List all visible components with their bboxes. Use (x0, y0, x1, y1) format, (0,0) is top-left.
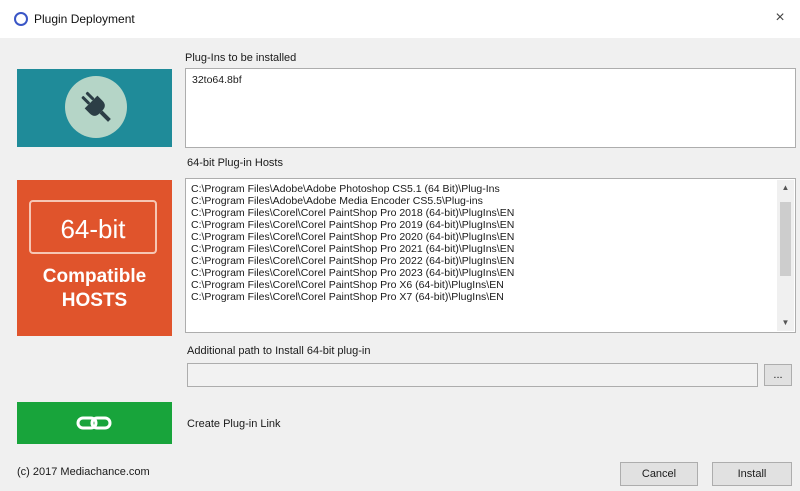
host-item[interactable]: C:\Program Files\Corel\Corel PaintShop P… (191, 291, 773, 303)
hosts-tile-line2: HOSTS (61, 290, 128, 311)
hosts-tile-badge: 64-bit (29, 200, 157, 254)
host-item[interactable]: C:\Program Files\Corel\Corel PaintShop P… (191, 219, 773, 231)
hosts-label: 64-bit Plug-in Hosts (187, 157, 283, 169)
plug-icon (65, 76, 127, 138)
install-button[interactable]: Install (712, 462, 792, 486)
plugin-tile (17, 69, 172, 147)
plugins-list[interactable]: 32to64.8bf (185, 68, 796, 148)
cancel-button[interactable]: Cancel (620, 462, 698, 486)
host-item[interactable]: C:\Program Files\Adobe\Adobe Photoshop C… (191, 183, 773, 195)
additional-path-label: Additional path to Install 64-bit plug-i… (187, 345, 371, 357)
title-bar: Plugin Deployment × (0, 0, 800, 38)
link-tile[interactable] (17, 402, 172, 444)
hosts-tile-line1: Compatible (42, 266, 147, 287)
scroll-up-icon[interactable]: ▲ (777, 181, 794, 195)
additional-path-input[interactable] (187, 363, 758, 387)
browse-button[interactable]: ... (764, 364, 792, 386)
hosts-scrollbar[interactable]: ▲ ▼ (777, 180, 794, 331)
scroll-down-icon[interactable]: ▼ (777, 316, 794, 330)
hosts-tile: 64-bit Compatible HOSTS (17, 180, 172, 336)
plugins-label: Plug-Ins to be installed (185, 52, 297, 64)
scroll-thumb[interactable] (780, 202, 791, 276)
close-button[interactable]: × (768, 6, 792, 30)
host-item[interactable]: C:\Program Files\Corel\Corel PaintShop P… (191, 207, 773, 219)
host-item[interactable]: C:\Program Files\Corel\Corel PaintShop P… (191, 243, 773, 255)
host-item[interactable]: C:\Program Files\Corel\Corel PaintShop P… (191, 231, 773, 243)
host-item[interactable]: C:\Program Files\Corel\Corel PaintShop P… (191, 279, 773, 291)
plugin-item[interactable]: 32to64.8bf (192, 74, 789, 86)
copyright-text: (c) 2017 Mediachance.com (17, 466, 150, 478)
hosts-list[interactable]: C:\Program Files\Adobe\Adobe Photoshop C… (185, 178, 796, 333)
app-icon (14, 12, 28, 26)
host-item[interactable]: C:\Program Files\Adobe\Adobe Media Encod… (191, 195, 773, 207)
link-icon (74, 411, 114, 435)
create-link-label[interactable]: Create Plug-in Link (187, 418, 281, 430)
host-item[interactable]: C:\Program Files\Corel\Corel PaintShop P… (191, 267, 773, 279)
window-title: Plugin Deployment (34, 12, 135, 26)
host-item[interactable]: C:\Program Files\Corel\Corel PaintShop P… (191, 255, 773, 267)
